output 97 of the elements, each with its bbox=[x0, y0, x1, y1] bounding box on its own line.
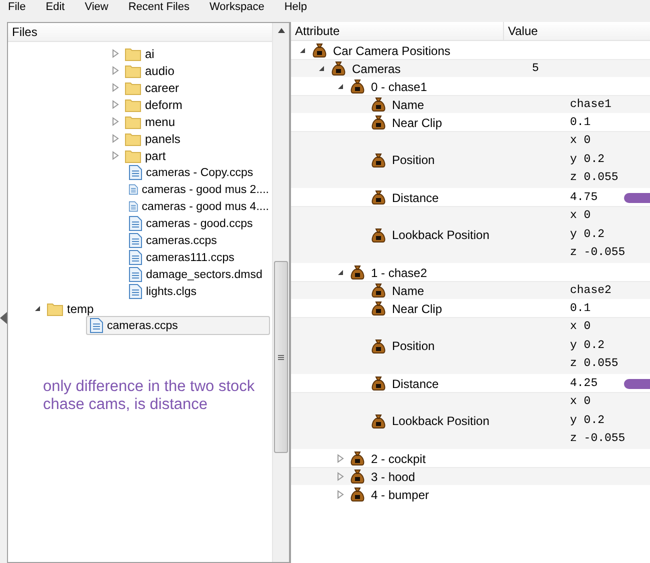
folder-name[interactable]: menu bbox=[141, 114, 180, 128]
attribute-name: 0 - chase1 bbox=[370, 80, 428, 94]
scroll-thumb[interactable] bbox=[274, 261, 288, 453]
bag-icon bbox=[371, 376, 386, 391]
folder-name[interactable]: deform bbox=[141, 98, 186, 112]
bag-icon bbox=[371, 115, 386, 130]
attribute-name: Car Camera Positions bbox=[332, 44, 452, 58]
bag-icon bbox=[371, 338, 386, 354]
folder-name[interactable]: career bbox=[141, 80, 184, 94]
bag-icon bbox=[371, 97, 386, 112]
folder-name[interactable]: temp bbox=[63, 302, 98, 316]
folder-icon bbox=[47, 302, 63, 316]
attribute-name: Distance bbox=[391, 190, 440, 204]
folder-icon bbox=[125, 148, 141, 162]
tree-document-entry[interactable]: damage_sectors.dmsd bbox=[125, 265, 270, 284]
document-icon bbox=[129, 284, 142, 299]
bag-icon bbox=[371, 152, 386, 168]
expanded-arrow-icon[interactable] bbox=[299, 47, 306, 54]
menu-item[interactable]: Recent Files bbox=[128, 1, 190, 13]
attribute-value: 0.1 bbox=[570, 115, 591, 131]
folder-icon bbox=[125, 80, 141, 94]
bag-icon bbox=[331, 61, 346, 76]
attribute-value: 4.25 bbox=[570, 376, 598, 392]
folder-icon bbox=[125, 98, 141, 112]
tree-document-entry[interactable]: lights.clgs bbox=[125, 282, 270, 301]
attribute-name: Lookback Position bbox=[391, 228, 490, 242]
menu-item[interactable]: Workspace bbox=[210, 1, 264, 13]
tree-document-entry[interactable]: cameras - good.ccps bbox=[125, 214, 270, 233]
bag-icon bbox=[371, 301, 386, 316]
document-icon bbox=[129, 182, 138, 197]
tree-document-entry[interactable]: cameras.ccps bbox=[125, 231, 270, 250]
tree-document-entry[interactable]: cameras - good mus 4.... bbox=[125, 197, 270, 216]
tree-document-entry[interactable]: cameras - Copy.ccps bbox=[125, 163, 270, 182]
attribute-name: Position bbox=[391, 153, 436, 167]
folder-icon bbox=[125, 114, 141, 128]
bag-icon bbox=[350, 79, 365, 94]
attribute-name: 1 - chase2 bbox=[370, 266, 428, 280]
folder-name[interactable]: ai bbox=[141, 46, 158, 60]
expanded-arrow-icon[interactable] bbox=[318, 65, 325, 72]
bag-icon bbox=[371, 283, 386, 298]
bag-icon bbox=[371, 190, 386, 205]
bag-icon bbox=[371, 414, 386, 428]
tree-document-entry[interactable]: cameras.ccps bbox=[86, 316, 270, 335]
expanded-arrow-icon[interactable] bbox=[337, 269, 344, 276]
folder-icon bbox=[125, 132, 141, 146]
menu-item[interactable]: Help bbox=[284, 1, 307, 13]
attribute-name: 3 - hood bbox=[370, 470, 416, 484]
folder-icon bbox=[125, 64, 141, 78]
document-icon bbox=[129, 250, 142, 265]
menu-item[interactable]: File bbox=[8, 1, 26, 13]
folder-icon bbox=[125, 46, 141, 60]
document-icon bbox=[129, 165, 142, 180]
attribute-name: Lookback Position bbox=[391, 414, 490, 428]
attribute-name: Near Clip bbox=[391, 302, 444, 316]
document-icon bbox=[90, 318, 103, 333]
tree-document-entry[interactable]: cameras - good mus 2.... bbox=[125, 180, 270, 199]
document-icon bbox=[129, 199, 138, 214]
folder-name[interactable]: audio bbox=[141, 64, 178, 78]
attribute-value: chase2 bbox=[570, 283, 612, 299]
document-icon bbox=[129, 233, 142, 248]
attribute-name: 2 - cockpit bbox=[370, 452, 427, 466]
attribute-value: x 0 y 0.2 z -0.055 bbox=[570, 208, 626, 262]
folder-name[interactable]: panels bbox=[141, 132, 184, 146]
expanded-arrow-icon[interactable] bbox=[34, 305, 41, 312]
attribute-name: Name bbox=[391, 98, 426, 112]
attribute-value: x 0 y 0.2 z 0.055 bbox=[570, 133, 618, 186]
annotation-text: only difference in the two stock chase cams, is distance bbox=[43, 378, 256, 414]
tree-document-entry[interactable]: cameras111.ccps bbox=[125, 248, 270, 267]
column-header[interactable]: Value bbox=[504, 22, 650, 40]
attribute-name: Distance bbox=[391, 376, 440, 390]
attribute-value: x 0 y 0.2 z 0.055 bbox=[570, 319, 618, 372]
collapse-arrow-icon[interactable] bbox=[0, 312, 7, 324]
column-header[interactable]: Attribute bbox=[291, 22, 504, 40]
bag-icon bbox=[350, 469, 365, 484]
attribute-name: Name bbox=[391, 284, 426, 298]
attribute-name: Position bbox=[391, 339, 436, 353]
bag-icon bbox=[371, 228, 386, 242]
menu-item[interactable]: View bbox=[84, 1, 108, 13]
attribute-name: 4 - bumper bbox=[370, 488, 430, 502]
document-icon bbox=[129, 216, 142, 231]
document-icon bbox=[129, 267, 142, 282]
attribute-value: 4.75 bbox=[570, 190, 598, 206]
attribute-name: Near Clip bbox=[391, 116, 444, 130]
scrollbar[interactable] bbox=[272, 23, 289, 562]
bag-icon bbox=[312, 43, 327, 58]
attribute-value: 0.1 bbox=[570, 301, 591, 317]
attribute-value: x 0 y 0.2 z -0.055 bbox=[570, 394, 626, 448]
bag-icon bbox=[350, 487, 365, 502]
expanded-arrow-icon[interactable] bbox=[337, 83, 344, 90]
scroll-up-icon[interactable] bbox=[278, 28, 284, 33]
bag-icon bbox=[350, 451, 365, 466]
bag-icon bbox=[350, 265, 365, 280]
folder-name[interactable]: part bbox=[141, 148, 170, 162]
attribute-value: chase1 bbox=[570, 97, 612, 113]
attribute-name: Cameras bbox=[351, 62, 402, 76]
attribute-value: 5 bbox=[532, 61, 539, 77]
menu-item[interactable]: Edit bbox=[46, 1, 65, 13]
